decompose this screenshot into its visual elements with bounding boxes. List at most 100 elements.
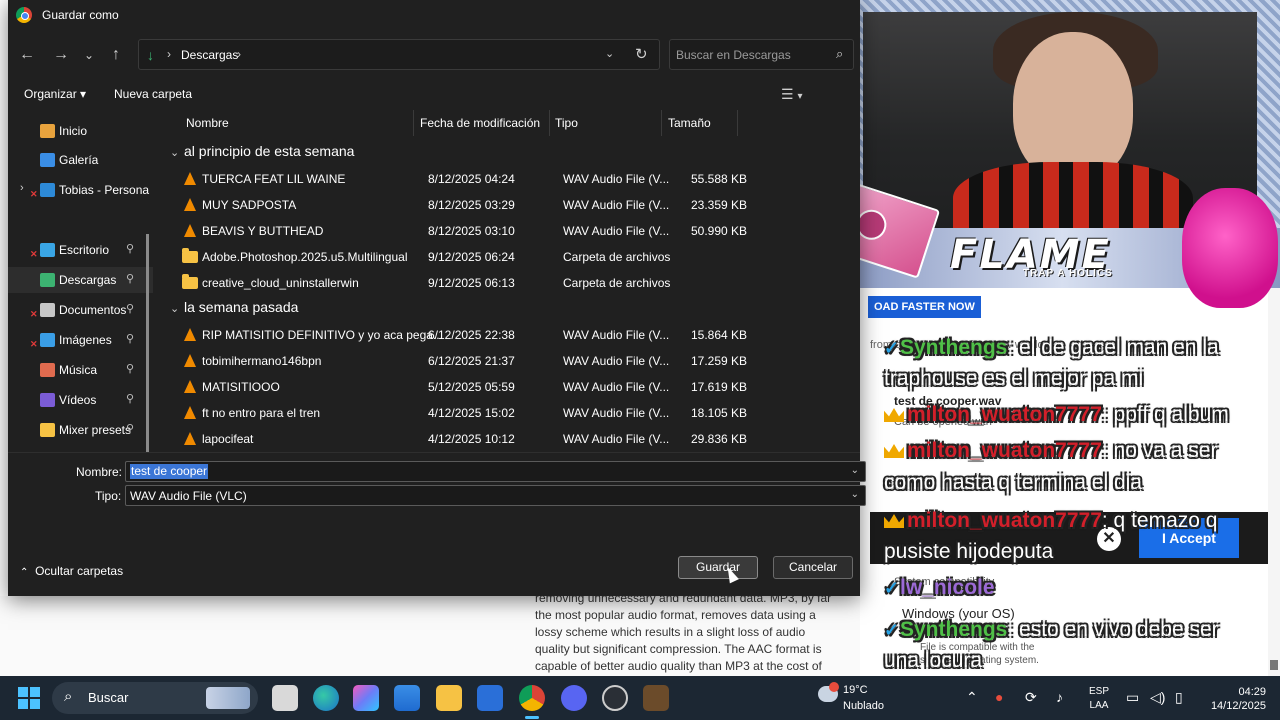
store-icon[interactable] [394,685,420,711]
filename-value[interactable]: test de cooper [130,464,209,479]
nav-item-escritorio[interactable]: ✕ Escritorio ⚲ [8,237,153,263]
show-hidden-icons-icon[interactable]: ⌃ [966,689,978,706]
file-row[interactable]: TUERCA FEAT LIL WAINE 8/12/2025 04:24 WAV … [158,166,848,192]
address-dropdown-icon[interactable]: ⌄ [605,47,614,60]
column-header-name[interactable]: Nombre [186,116,229,130]
file-row[interactable]: Adobe.Photoshop.2025.u5.Multilingual 9/12… [158,244,848,270]
page-scrollbar-thumb[interactable] [1270,660,1278,670]
pin-icon[interactable]: ⚲ [126,422,134,435]
filetype-select[interactable]: WAV Audio File (VLC) ⌄ [125,485,866,506]
sync-icon[interactable]: ⟳ [1025,689,1037,706]
minecraft-icon[interactable] [643,685,669,711]
file-row[interactable]: ft no entro para el tren 4/12/2025 15:02 W… [158,400,848,426]
taskbar-search[interactable]: ⌕ Buscar [52,682,258,714]
microphone-icon[interactable]: ♪ [1056,689,1063,705]
pin-icon[interactable]: ⚲ [126,242,134,255]
file-list-scrollbar[interactable] [845,112,851,446]
refresh-icon[interactable]: ↻ [635,45,648,63]
column-divider[interactable] [549,110,550,136]
nav-item-inicio[interactable]: Inicio [8,118,153,144]
file-date: 8/12/2025 03:29 [428,198,515,212]
nav-item-m-sica[interactable]: Música ⚲ [8,357,153,383]
breadcrumb-chevron-icon[interactable]: › [167,47,171,61]
chevron-down-icon[interactable]: ⌄ [851,489,859,500]
view-options-button[interactable]: ☰ ▾ [781,86,821,104]
group-label: al principio de esta semana [184,143,355,159]
discord-icon[interactable] [561,685,587,711]
nav-item-im-genes[interactable]: ✕ Imágenes ⚲ [8,327,153,353]
vlc-icon [184,224,196,237]
outlook-icon[interactable] [477,685,503,711]
pin-icon[interactable]: ⚲ [126,332,134,345]
organize-button[interactable]: Organizar ▾ [24,87,86,101]
file-row[interactable]: creative_cloud_uninstallerwin 9/12/2025 0… [158,270,848,296]
nav-item-v-deos[interactable]: Vídeos ⚲ [8,387,153,413]
active-app-indicator [525,716,539,719]
weather-widget[interactable]: 19°C Nublado [818,682,908,716]
banner-subtitle: TRAP A HOLICS [1023,268,1113,279]
breadcrumb-chevron-icon[interactable]: › [237,47,241,61]
column-header-type[interactable]: Tipo [555,116,578,130]
pin-icon[interactable]: ⚲ [126,392,134,405]
chevron-down-icon[interactable]: ⌄ [170,146,184,159]
file-row[interactable]: lapocifeat 4/12/2025 10:12 WAV Audio File … [158,426,848,452]
group-header[interactable]: ⌄ la semana pasada [170,299,298,315]
file-row[interactable]: MATISITIOOO 5/12/2025 05:59 WAV Audio File… [158,374,848,400]
obs-icon[interactable] [602,685,628,711]
dialog-titlebar[interactable]: Guardar como [8,0,860,30]
recent-locations-button[interactable]: ⌄ [78,44,100,66]
download-faster-button[interactable]: OAD FASTER NOW [868,296,981,318]
file-row[interactable]: tobimihermano146bpn 6/12/2025 21:37 WAV Au… [158,348,848,374]
page-scrollbar[interactable] [1268,288,1280,676]
breadcrumb-descargas[interactable]: Descargas [181,48,238,62]
language-indicator[interactable]: ESP LAA [1089,685,1109,713]
up-folder-button[interactable]: ↑ [105,44,127,66]
nav-item-mixer-presets[interactable]: Mixer presets ⚲ [8,417,153,443]
group-header[interactable]: ⌄ al principio de esta semana [170,143,354,159]
column-divider[interactable] [737,110,738,136]
start-button[interactable] [18,687,40,709]
column-divider[interactable] [661,110,662,136]
chrome-icon[interactable] [519,685,545,711]
nav-item-descargas[interactable]: Descargas ⚲ [8,267,153,293]
copilot-icon[interactable] [353,685,379,711]
file-explorer-icon[interactable] [436,685,462,711]
save-button[interactable]: Guardar [678,556,758,579]
nav-item-tobias-persona[interactable]: › ✕ Tobias - Persona [8,177,153,203]
new-folder-button[interactable]: Nueva carpeta [114,87,192,101]
filename-field[interactable]: test de cooper ⌄ [125,461,866,482]
column-header-date[interactable]: Fecha de modificación [420,116,540,130]
column-header-size[interactable]: Tamaño [668,116,711,130]
volume-icon[interactable]: ◁) [1150,689,1165,706]
system-clock[interactable]: 04:29 14/12/2025 [1200,685,1266,713]
task-view-icon[interactable] [272,685,298,711]
search-input[interactable] [676,46,826,64]
search-box[interactable]: ⌕ [669,39,854,70]
back-button[interactable]: ← [16,44,38,66]
column-divider[interactable] [413,110,414,136]
antivirus-icon[interactable]: ● [995,689,1003,705]
nav-item-galer-a[interactable]: Galería [8,147,153,173]
search-icon[interactable]: ⌕ [836,46,843,62]
edge-icon[interactable] [313,685,339,711]
nav-item-documentos[interactable]: ✕ Documentos ⚲ [8,297,153,323]
forward-button[interactable]: → [50,44,72,66]
file-type: WAV Audio File (V... [563,198,670,212]
hide-folders-label: Ocultar carpetas [35,564,124,578]
file-row[interactable]: MUY SADPOSTA 8/12/2025 03:29 WAV Audio Fil… [158,192,848,218]
pin-icon[interactable]: ⚲ [126,362,134,375]
nav-item-label: Galería [59,153,99,167]
cancel-button[interactable]: Cancelar [773,556,853,579]
network-icon[interactable]: ▭ [1126,689,1139,706]
address-bar[interactable]: ↓ › Descargas › ⌄ ↻ [138,39,660,70]
pin-icon[interactable]: ⚲ [126,272,134,285]
hide-folders-toggle[interactable]: ⌃ Ocultar carpetas [20,564,123,578]
download-faster-banner[interactable]: OAD FASTER NOW [860,288,1084,328]
file-row[interactable]: BEAVIS Y BUTTHEAD 8/12/2025 03:10 WAV Audi… [158,218,848,244]
chevron-down-icon[interactable]: ⌄ [170,302,184,315]
chevron-down-icon[interactable]: ⌄ [851,465,859,476]
pin-icon[interactable]: ⚲ [126,302,134,315]
file-row[interactable]: RIP MATISITIO DEFINITIVO y yo aca pega..… [158,322,848,348]
chevron-right-icon[interactable]: › [20,182,24,194]
battery-icon[interactable]: ▯ [1175,689,1183,706]
